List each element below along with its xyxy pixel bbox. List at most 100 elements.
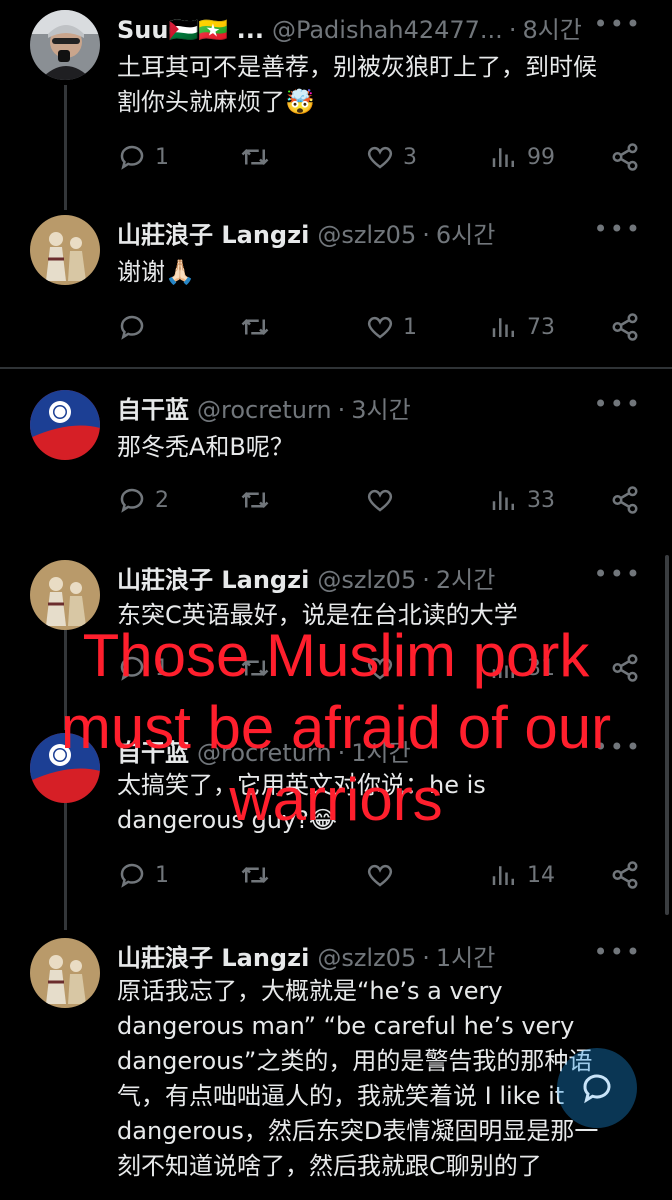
- like-button[interactable]: [365, 485, 403, 515]
- retweet-button[interactable]: [240, 312, 278, 342]
- separator-dot: ·: [337, 396, 346, 424]
- share-icon: [612, 313, 638, 341]
- views-button[interactable]: 14: [489, 860, 555, 890]
- share-button[interactable]: [610, 653, 640, 683]
- views-icon: [492, 491, 514, 510]
- timestamp[interactable]: 8시간: [522, 10, 581, 45]
- more-icon[interactable]: •••: [594, 390, 642, 418]
- author-name[interactable]: 自干蓝: [117, 733, 189, 768]
- compose-reply-button[interactable]: [557, 1048, 637, 1128]
- more-icon[interactable]: •••: [594, 215, 642, 243]
- timestamp[interactable]: 1시간: [351, 733, 410, 768]
- tweet-text-line: 那冬秃A和B呢？: [117, 433, 294, 461]
- share-icon: [612, 861, 638, 889]
- tweet-text-line: dangerous man” “be careful he’s very: [117, 1012, 575, 1040]
- separator-dot: ·: [422, 944, 430, 972]
- views-count: 99: [527, 144, 555, 170]
- views-icon: [492, 318, 514, 337]
- tweet-actions: 1 14: [117, 860, 642, 894]
- avatar[interactable]: [30, 10, 100, 80]
- reply-count: 2: [155, 487, 169, 513]
- author-handle[interactable]: @szlz05: [317, 221, 416, 249]
- timestamp[interactable]: 3시간: [351, 390, 410, 425]
- tweet-actions: 2 33: [117, 485, 642, 519]
- avatar[interactable]: [30, 215, 100, 285]
- tweet-actions: 1 73: [117, 312, 642, 346]
- author-name[interactable]: 山莊浪子 Langzi: [117, 215, 309, 250]
- reply-button[interactable]: 1: [117, 860, 169, 890]
- timestamp[interactable]: 1시간: [436, 938, 495, 973]
- tweet[interactable]: 山莊浪子 Langzi @szlz05 · 2시간 ••• 东突C英语最好，说是…: [0, 550, 672, 710]
- reply-button[interactable]: 1: [117, 142, 169, 172]
- retweet-icon: [241, 491, 269, 509]
- reply-icon: [120, 145, 144, 170]
- reply-count: 1: [155, 655, 169, 681]
- retweet-button[interactable]: [240, 485, 278, 515]
- avatar[interactable]: [30, 733, 100, 803]
- more-icon[interactable]: •••: [594, 733, 642, 761]
- tweet-text-line: 原话我忘了，大概就是“he’s a very: [117, 977, 503, 1005]
- retweet-icon: [241, 148, 269, 166]
- retweet-button[interactable]: [240, 653, 278, 683]
- tweet-text-line: dangerous，然后东突D表情凝固明显是那一: [117, 1117, 599, 1145]
- views-icon: [492, 148, 514, 167]
- views-button[interactable]: 31: [489, 653, 555, 683]
- tweet-actions: 1 31: [117, 653, 642, 687]
- avatar[interactable]: [30, 938, 100, 1008]
- retweet-icon: [241, 866, 269, 884]
- more-icon[interactable]: •••: [594, 560, 642, 588]
- tweet-text-line: 土耳其可不是善荐，别被灰狼盯上了，到时候: [117, 53, 597, 81]
- views-count: 14: [527, 862, 555, 888]
- reply-icon: [120, 656, 144, 681]
- author-handle[interactable]: @Padishah42477...: [272, 16, 503, 44]
- like-button[interactable]: 3: [365, 142, 417, 172]
- separator-dot: ·: [422, 221, 430, 249]
- like-icon: [367, 864, 393, 887]
- timestamp[interactable]: 6시간: [436, 215, 495, 250]
- like-button[interactable]: [365, 860, 403, 890]
- views-button[interactable]: 99: [489, 142, 555, 172]
- scrollbar[interactable]: [665, 555, 669, 915]
- tweet-text-line: dangerous guy?😂: [117, 806, 337, 834]
- more-icon[interactable]: •••: [594, 10, 642, 38]
- more-icon[interactable]: •••: [594, 938, 642, 966]
- separator-dot: ·: [508, 16, 517, 44]
- like-icon: [367, 489, 393, 512]
- retweet-button[interactable]: [240, 860, 278, 890]
- tweet-text-line: 太搞笑了，它用英文对你说：he is: [117, 771, 486, 799]
- avatar[interactable]: [30, 560, 100, 630]
- views-button[interactable]: 73: [489, 312, 555, 342]
- author-handle[interactable]: @szlz05: [317, 944, 416, 972]
- tweet[interactable]: Suu🇵🇸🇲🇲 ... @Padishah42477... · 8시간 ••• …: [0, 0, 672, 195]
- tweet-text-line: 割你头就麻烦了🤯: [117, 88, 315, 116]
- like-button[interactable]: 1: [365, 312, 417, 342]
- avatar[interactable]: [30, 390, 100, 460]
- tweet[interactable]: 自干蓝 @rocreturn · 3시간 ••• 那冬秃A和B呢？ 2 33: [0, 380, 672, 540]
- timestamp[interactable]: 2시간: [436, 560, 495, 595]
- views-button[interactable]: 33: [489, 485, 555, 515]
- share-button[interactable]: [610, 142, 640, 172]
- reply-button[interactable]: 2: [117, 485, 169, 515]
- reply-icon: [120, 488, 144, 513]
- tweet[interactable]: 自干蓝 @rocreturn · 1시간 ••• 太搞笑了，它用英文对你说：he…: [0, 723, 672, 923]
- author-name[interactable]: 自干蓝: [117, 390, 189, 425]
- author-name[interactable]: Suu🇵🇸🇲🇲 ...: [117, 16, 264, 44]
- author-name[interactable]: 山莊浪子 Langzi: [117, 560, 309, 595]
- share-button[interactable]: [610, 860, 640, 890]
- reply-button[interactable]: 1: [117, 653, 169, 683]
- reply-button[interactable]: [117, 312, 155, 342]
- author-name[interactable]: 山莊浪子 Langzi: [117, 938, 309, 973]
- share-icon: [612, 486, 638, 514]
- like-button[interactable]: [365, 653, 403, 683]
- like-count: 3: [403, 144, 417, 170]
- share-button[interactable]: [610, 312, 640, 342]
- reply-icon: [120, 315, 144, 340]
- tweet[interactable]: 山莊浪子 Langzi @szlz05 · 6시간 ••• 谢谢🙏🏻 1 73: [0, 205, 672, 365]
- author-handle[interactable]: @rocreturn: [197, 396, 332, 424]
- views-count: 33: [527, 487, 555, 513]
- author-handle[interactable]: @szlz05: [317, 566, 416, 594]
- author-handle[interactable]: @rocreturn: [197, 739, 332, 767]
- retweet-button[interactable]: [240, 142, 278, 172]
- views-icon: [492, 659, 514, 678]
- share-button[interactable]: [610, 485, 640, 515]
